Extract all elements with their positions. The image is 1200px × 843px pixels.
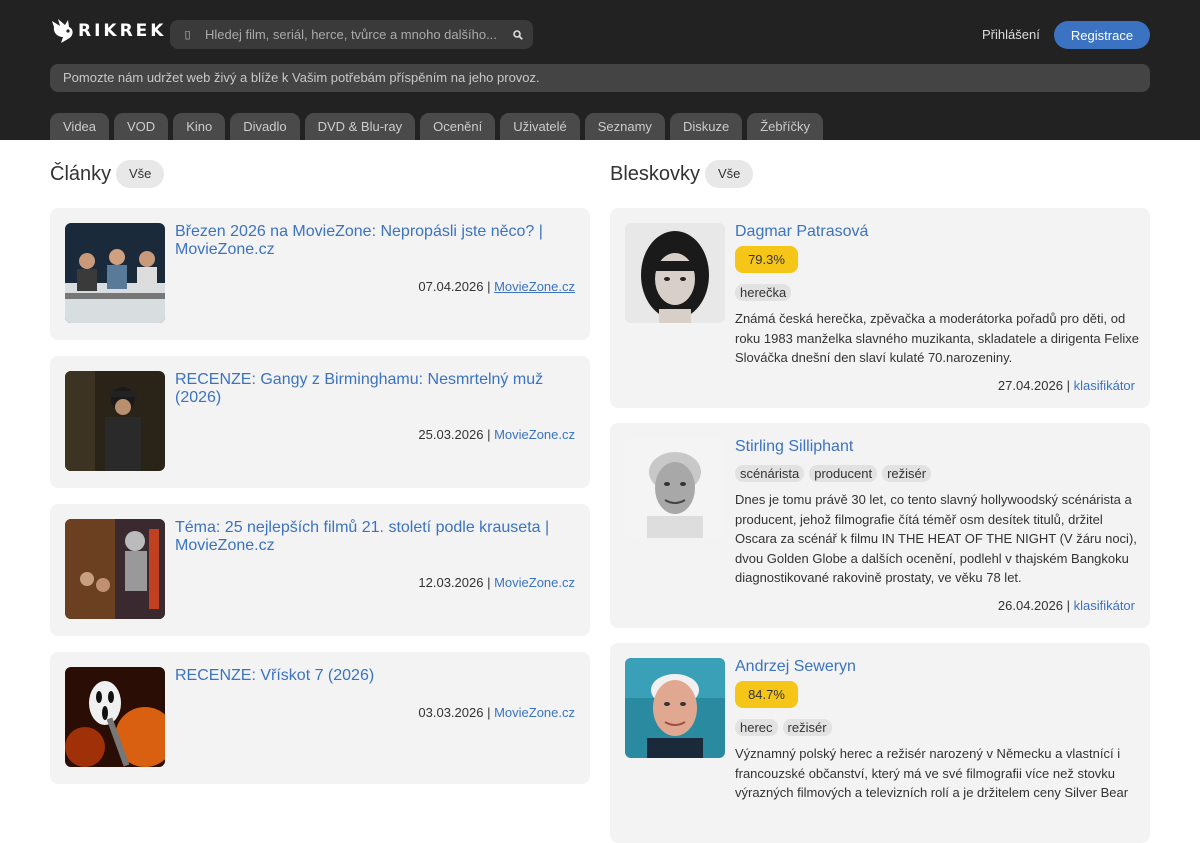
article-date: 12.03.2026 | <box>418 575 491 590</box>
role-tag[interactable]: producent <box>809 465 878 482</box>
rating-badge: 84.7% <box>735 681 798 708</box>
article-date: 25.03.2026 | <box>418 427 491 442</box>
article-title[interactable]: Březen 2026 na MovieZone: Nepropásli jst… <box>175 223 565 259</box>
support-notice[interactable]: Pomozte nám udržet web živý a blíže k Va… <box>50 64 1150 92</box>
article-date: 07.04.2026 | <box>418 279 491 294</box>
news-card: Dagmar Patrasová 79.3% herečka Známá čes… <box>610 208 1150 408</box>
login-link[interactable]: Přihlášení <box>982 27 1040 42</box>
nav-item-seznamy[interactable]: Seznamy <box>584 113 665 140</box>
article-title[interactable]: Téma: 25 nejlepších filmů 21. století po… <box>175 519 565 555</box>
article-meta: 03.03.2026 | MovieZone.cz <box>418 705 575 720</box>
nav-item-vod[interactable]: VOD <box>114 113 169 140</box>
news-text: Významný polský herec a režisér narozený… <box>735 746 1129 800</box>
search-prefix-icon: ▯ <box>184 29 191 41</box>
nav-item-dvd-bluray[interactable]: DVD & Blu-ray <box>304 113 416 140</box>
nav-item-oceneni[interactable]: Ocenění <box>420 113 496 140</box>
role-tags: scénárista producent režisér <box>735 465 936 482</box>
articles-title: Články <box>50 163 112 185</box>
person-photo[interactable] <box>625 658 725 758</box>
news-card: Stirling Silliphant scénárista producent… <box>610 423 1150 628</box>
nav-item-uzivatele[interactable]: Uživatelé <box>500 113 580 140</box>
news-all-button[interactable]: Vše <box>705 160 754 188</box>
news-title: Bleskovky <box>610 163 701 185</box>
search-icon[interactable] <box>503 20 533 49</box>
articles-all-button[interactable]: Vše <box>116 160 165 188</box>
nav-item-videa[interactable]: Videa <box>50 113 110 140</box>
article-card: Březen 2026 na MovieZone: Nepropásli jst… <box>50 208 590 340</box>
article-source-link[interactable]: MovieZone.cz <box>494 575 575 590</box>
register-button[interactable]: Registrace <box>1054 21 1150 49</box>
nav-item-diskuze[interactable]: Diskuze <box>669 113 743 140</box>
site-logo[interactable]: RIKREK <box>50 16 166 46</box>
nav-item-zebricky[interactable]: Žebříčky <box>747 113 824 140</box>
news-meta: 26.04.2026 | klasifikátor <box>998 598 1135 613</box>
article-source-link[interactable]: MovieZone.cz <box>494 279 575 294</box>
logo-text: RIKREK <box>78 21 167 41</box>
article-card: RECENZE: Vřískot 7 (2026) 03.03.2026 | M… <box>50 652 590 784</box>
role-tag[interactable]: scénárista <box>735 465 805 482</box>
article-thumbnail[interactable] <box>65 371 165 471</box>
person-name[interactable]: Andrzej Seweryn <box>735 658 1125 676</box>
news-meta: 27.04.2026 | klasifikátor <box>998 378 1135 393</box>
role-tag[interactable]: režisér <box>782 719 832 736</box>
article-title[interactable]: RECENZE: Vřískot 7 (2026) <box>175 667 565 685</box>
role-tag[interactable]: herec <box>735 719 778 736</box>
article-card: RECENZE: Gangy z Birminghamu: Nesmrtelný… <box>50 356 590 488</box>
search-input[interactable] <box>205 20 503 49</box>
article-thumbnail[interactable] <box>65 667 165 767</box>
news-date: 26.04.2026 | <box>997 598 1070 613</box>
person-name[interactable]: Dagmar Patrasová <box>735 223 1125 241</box>
article-thumbnail[interactable] <box>65 519 165 619</box>
role-tag[interactable]: herečka <box>735 284 792 301</box>
news-text: Známá česká herečka, zpěvačka a moderáto… <box>735 311 1139 365</box>
main-nav: Videa VOD Kino Divadlo DVD & Blu-ray Oce… <box>50 113 828 140</box>
article-meta: 07.04.2026 | MovieZone.cz <box>418 279 575 294</box>
search-bar: ▯ <box>170 20 533 49</box>
article-meta: 25.03.2026 | MovieZone.cz <box>418 427 575 442</box>
person-name[interactable]: Stirling Silliphant <box>735 438 1125 456</box>
article-source-link[interactable]: MovieZone.cz <box>494 427 575 442</box>
article-meta: 12.03.2026 | MovieZone.cz <box>418 575 575 590</box>
article-thumbnail[interactable] <box>65 223 165 323</box>
nav-item-kino[interactable]: Kino <box>173 113 226 140</box>
article-title[interactable]: RECENZE: Gangy z Birminghamu: Nesmrtelný… <box>175 371 565 407</box>
news-text: Dnes je tomu právě 30 let, co tento slav… <box>735 492 1137 585</box>
site-header: RIKREK ▯ Přihlášení Registrace Pomozte n… <box>0 0 1200 140</box>
article-card: Téma: 25 nejlepších filmů 21. století po… <box>50 504 590 636</box>
person-photo[interactable] <box>625 223 725 323</box>
news-source-link[interactable]: klasifikátor <box>1074 378 1135 393</box>
news-date: 27.04.2026 | <box>997 378 1070 393</box>
role-tags: herec režisér <box>735 719 837 736</box>
logo-bird-icon <box>52 19 73 43</box>
article-source-link[interactable]: MovieZone.cz <box>494 705 575 720</box>
news-source-link[interactable]: klasifikátor <box>1074 598 1135 613</box>
role-tag[interactable]: režisér <box>882 465 932 482</box>
rating-badge: 79.3% <box>735 246 798 273</box>
nav-item-divadlo[interactable]: Divadlo <box>230 113 300 140</box>
role-tags: herečka <box>735 284 796 301</box>
article-date: 03.03.2026 | <box>418 705 491 720</box>
news-card: Andrzej Seweryn 84.7% herec režisér Význ… <box>610 643 1150 843</box>
person-photo[interactable] <box>625 438 725 538</box>
